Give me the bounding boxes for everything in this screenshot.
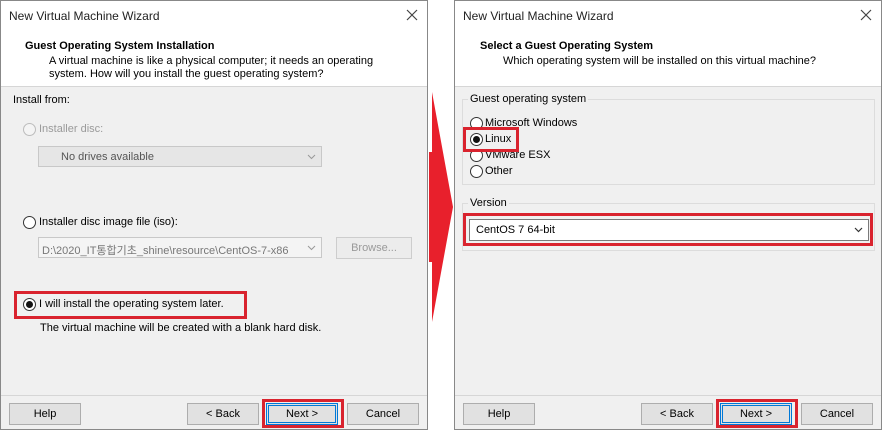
wizard-header: Select a Guest Operating System Which op… — [455, 31, 881, 87]
drive-select[interactable]: No drives available — [38, 146, 322, 167]
cancel-button[interactable]: Cancel — [801, 403, 873, 425]
help-button[interactable]: Help — [463, 403, 535, 425]
version-select[interactable]: CentOS 7 64-bit — [469, 219, 869, 241]
os-radio-linux[interactable] — [470, 133, 483, 146]
install-later-radio[interactable] — [23, 298, 36, 311]
version-group-label: Version — [468, 197, 509, 209]
iso-path-value: D:\2020_IT통합기초_shine\resource\CentOS-7-x… — [42, 245, 289, 257]
installer-disc-label: Installer disc: — [39, 123, 104, 135]
os-label-esx: VMware ESX — [485, 149, 551, 161]
os-label-linux: Linux — [485, 133, 512, 145]
os-label-other: Other — [485, 165, 513, 177]
os-radio-other[interactable] — [470, 165, 483, 178]
next-button[interactable]: Next > — [720, 403, 792, 425]
installer-disc-radio[interactable] — [23, 123, 36, 136]
os-radio-esx[interactable] — [470, 149, 483, 162]
guest-os-group — [462, 99, 875, 185]
back-button[interactable]: < Back — [641, 403, 713, 425]
close-icon[interactable] — [403, 6, 421, 24]
next-button[interactable]: Next > — [266, 403, 338, 425]
version-select-value: CentOS 7 64-bit — [476, 224, 555, 236]
header-title: Guest Operating System Installation — [25, 40, 215, 52]
title-bar: New Virtual Machine Wizard — [455, 1, 881, 31]
chevron-down-icon — [854, 227, 863, 233]
browse-button[interactable]: Browse... — [336, 237, 412, 259]
install-later-label: I will install the operating system late… — [39, 298, 224, 310]
header-title: Select a Guest Operating System — [480, 40, 654, 52]
guest-os-group-label: Guest operating system — [468, 93, 589, 105]
os-label-windows: Microsoft Windows — [485, 117, 578, 129]
wizard-window-guest-os: New Virtual Machine Wizard Select a Gues… — [454, 0, 882, 430]
help-button[interactable]: Help — [9, 403, 81, 425]
window-title: New Virtual Machine Wizard — [463, 9, 614, 23]
cancel-button[interactable]: Cancel — [347, 403, 419, 425]
footer-divider — [1, 395, 427, 396]
wizard-window-installation: New Virtual Machine Wizard Guest Operati… — [0, 0, 428, 430]
back-button[interactable]: < Back — [187, 403, 259, 425]
chevron-down-icon — [306, 242, 317, 253]
wizard-header: Guest Operating System Installation A vi… — [1, 31, 427, 87]
close-icon[interactable] — [857, 6, 875, 24]
header-description: A virtual machine is like a physical com… — [49, 55, 374, 80]
os-radio-windows[interactable] — [470, 117, 483, 130]
iso-file-radio[interactable] — [23, 216, 36, 229]
install-later-description: The virtual machine will be created with… — [40, 322, 322, 334]
title-bar: New Virtual Machine Wizard — [1, 1, 427, 31]
window-title: New Virtual Machine Wizard — [9, 9, 160, 23]
drive-select-value: No drives available — [61, 151, 154, 163]
iso-path-input[interactable]: D:\2020_IT통합기초_shine\resource\CentOS-7-x… — [38, 237, 322, 258]
chevron-down-icon — [307, 154, 316, 160]
install-from-label: Install from: — [13, 94, 70, 106]
iso-file-label: Installer disc image file (iso): — [39, 216, 178, 228]
footer-divider — [455, 395, 881, 396]
header-description: Which operating system will be installed… — [503, 55, 817, 67]
arrow-right-icon — [429, 92, 453, 322]
